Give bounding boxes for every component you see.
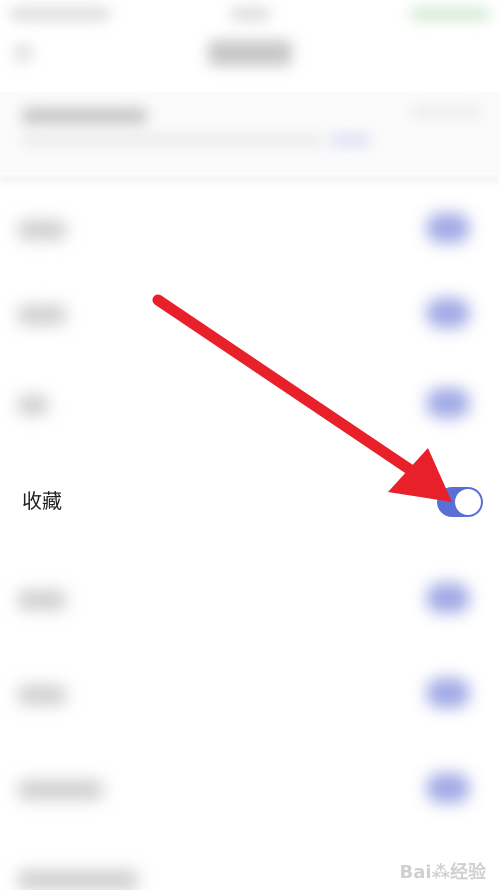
page-title <box>208 40 292 66</box>
list-item[interactable] <box>0 270 500 360</box>
settings-screen: 收藏 Bai⁂经验 <box>0 0 500 890</box>
favorites-label: 收藏 <box>22 489 62 513</box>
toggle-switch[interactable] <box>426 583 470 613</box>
toggle-switch[interactable] <box>426 213 470 243</box>
back-icon[interactable] <box>14 44 32 62</box>
list-item[interactable] <box>0 650 500 740</box>
toggle-switch[interactable] <box>426 388 470 418</box>
toggle-switch[interactable] <box>426 678 470 708</box>
toggle-switch[interactable] <box>426 298 470 328</box>
toggle-knob <box>455 489 481 515</box>
baidu-jingyan-logo: Bai⁂经验 <box>399 862 486 883</box>
status-bar <box>0 0 500 30</box>
list-item[interactable] <box>0 185 500 275</box>
toggle-switch[interactable] <box>426 773 470 803</box>
favorites-toggle[interactable] <box>437 487 483 517</box>
list-item[interactable] <box>0 360 500 450</box>
nav-bar <box>0 30 500 90</box>
list-item[interactable] <box>0 745 500 835</box>
list-item[interactable] <box>0 555 500 645</box>
list-item-favorites[interactable]: 收藏 <box>0 455 500 545</box>
section-divider <box>0 175 500 183</box>
header-card <box>0 92 500 172</box>
